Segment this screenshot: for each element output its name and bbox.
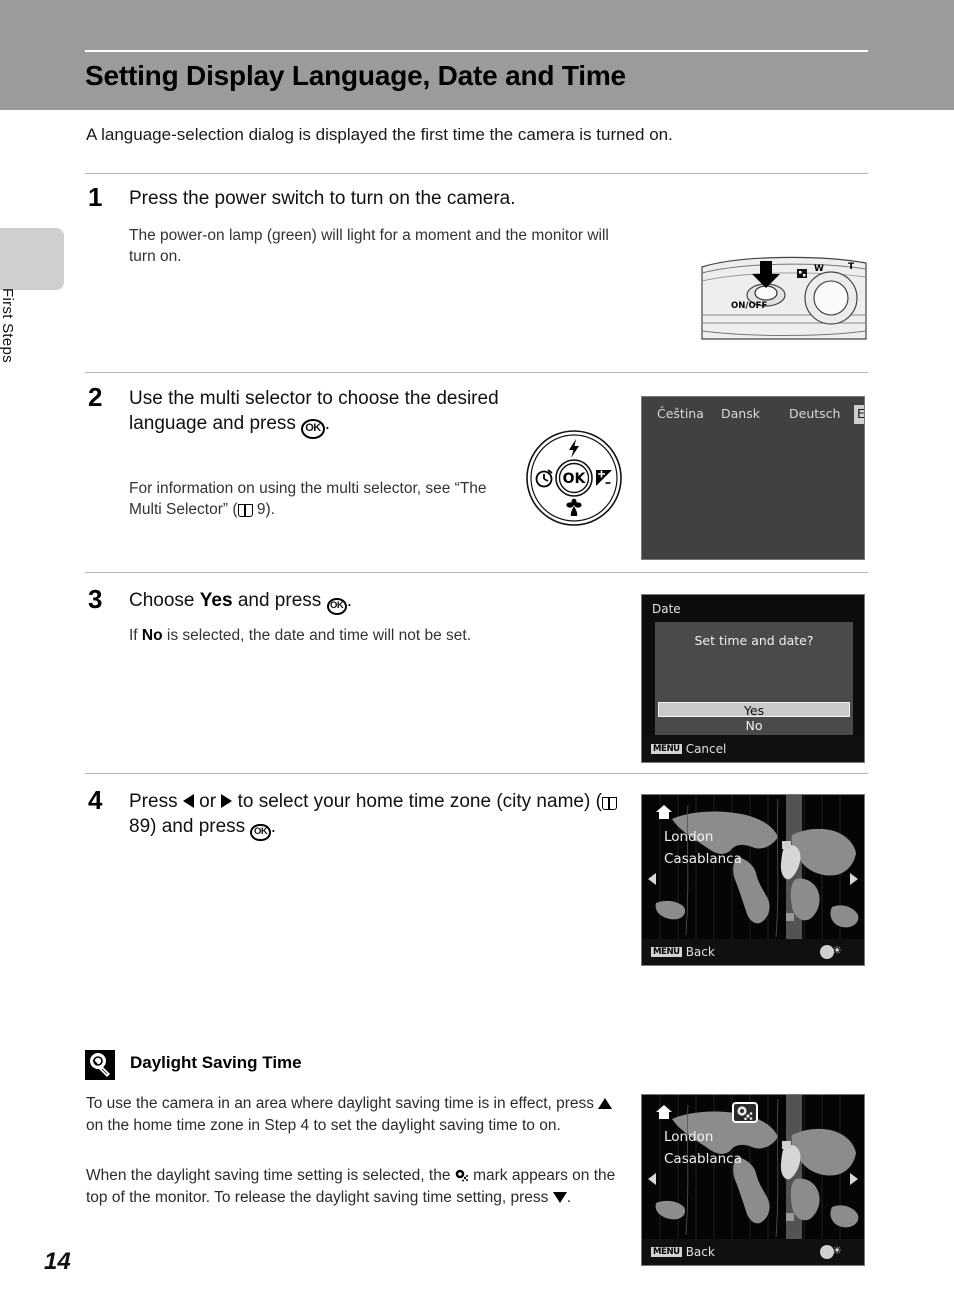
timezone-city-primary: London <box>664 829 714 845</box>
step-1-heading: Press the power switch to turn on the ca… <box>129 188 516 209</box>
section-tab-label: First Steps <box>0 288 16 363</box>
step-3-number: 3 <box>88 584 103 614</box>
svg-text:T: T <box>848 262 855 272</box>
svg-text:OK: OK <box>563 471 587 487</box>
daylight-saving-icon: :☀ <box>829 945 842 957</box>
map-screen-status-bar: MENU Back :☀ <box>642 1239 864 1265</box>
step-3-no-label: No <box>141 627 163 644</box>
home-icon <box>656 805 672 819</box>
svg-text:ON/OFF: ON/OFF <box>731 301 767 311</box>
daylight-saving-mark-icon <box>455 1167 469 1182</box>
step-3-heading-pre: Choose <box>129 590 200 611</box>
language-selection-screen[interactable]: Čeština Dansk Deutsch English Español Ελ… <box>641 396 865 560</box>
step-1-body: The power-on lamp (green) will light for… <box>129 227 609 266</box>
tip-p1-post: on the home time zone in Step 4 to set t… <box>86 1117 561 1135</box>
camera-top-illustration: W T ON/OFF <box>700 253 868 353</box>
divider-step1 <box>85 173 868 174</box>
language-grid[interactable]: Čeština Dansk Deutsch English Español Ελ… <box>654 405 864 553</box>
step-3-body-pre: If <box>129 627 142 644</box>
menu-action-label: Back <box>685 945 715 959</box>
intro-text: A language-selection dialog is displayed… <box>86 125 673 144</box>
map-screen-status-bar: MENU Back :☀ <box>642 939 864 965</box>
date-dialog-panel: Set time and date? Yes No <box>655 622 853 735</box>
language-item[interactable]: Deutsch <box>786 405 854 424</box>
step-4-number: 4 <box>88 785 103 815</box>
menu-action-label: Cancel <box>685 742 727 756</box>
daylight-saving-icon: :☀ <box>829 1245 842 1257</box>
manual-page: Setting Display Language, Date and Time … <box>0 0 954 1314</box>
ok-button-icon: OK <box>250 823 271 842</box>
home-icon <box>656 1105 672 1119</box>
book-reference-icon <box>237 504 253 518</box>
date-question: Set time and date? <box>694 633 814 648</box>
step-4-heading-page: 89) and press <box>129 816 251 838</box>
step-4-heading-post: to select your home time zone (city name… <box>232 791 602 812</box>
step-3-body: If No is selected, the date and time wil… <box>129 625 609 646</box>
step-3-heading-post: and press <box>232 590 327 611</box>
step-2-number: 2 <box>88 382 103 412</box>
step-2-body-text: For information on using the multi selec… <box>129 480 487 519</box>
step-2-body-page: 9). <box>252 501 275 519</box>
tip-title: Daylight Saving Time <box>130 1053 302 1072</box>
timezone-city-primary: London <box>664 1129 714 1145</box>
tip-paragraph-2: When the daylight saving time setting is… <box>86 1165 626 1210</box>
map-arrow-left-icon[interactable] <box>648 1173 656 1185</box>
svg-text:W: W <box>814 264 824 274</box>
step-4-heading-pre: Press <box>129 791 183 812</box>
menu-button-icon: MENU <box>651 743 682 755</box>
map-arrow-right-icon[interactable] <box>850 1173 858 1185</box>
tip-p1-pre: To use the camera in an area where dayli… <box>86 1095 599 1112</box>
date-option-no[interactable]: No <box>658 718 850 733</box>
step-3-heading: Choose Yes and press OK. <box>129 588 609 615</box>
date-confirm-screen[interactable]: Date Set time and date? Yes No MENU Canc… <box>641 594 865 763</box>
arrow-up-icon <box>598 1098 613 1109</box>
step-2-heading: Use the multi selector to choose the des… <box>129 386 499 440</box>
page-title: Setting Display Language, Date and Time <box>85 60 626 91</box>
date-screen-title: Date <box>652 602 681 616</box>
menu-button-icon: MENU <box>651 946 682 958</box>
step-4-heading-end: . <box>270 816 276 838</box>
step-3-body-post: is selected, the date and time will not … <box>162 627 472 644</box>
language-item-selected[interactable]: English <box>854 405 864 424</box>
step-2-body: For information on using the multi selec… <box>129 478 509 521</box>
timezone-city-secondary: Casablanca <box>664 851 742 867</box>
divider-step4 <box>85 773 868 774</box>
map-arrow-right-icon[interactable] <box>850 873 858 885</box>
page-number: 14 <box>44 1248 71 1275</box>
ok-button-icon: OK <box>301 419 325 440</box>
tip-p2-pre: When the daylight saving time setting is… <box>86 1167 455 1184</box>
header-rule <box>85 50 868 52</box>
daylight-saving-indicator <box>732 1102 758 1123</box>
home-timezone-map-screen-dst[interactable]: London Casablanca MENU Back :☀ <box>641 1094 865 1266</box>
step-4-heading-mid: or <box>193 791 222 812</box>
date-screen-status-bar: MENU Cancel <box>642 736 864 762</box>
map-arrow-left-icon[interactable] <box>648 873 656 885</box>
timezone-city-secondary: Casablanca <box>664 1151 742 1167</box>
page-header-band: Setting Display Language, Date and Time <box>0 0 954 110</box>
step-4-heading: Press or to select your home time zone (… <box>129 789 629 842</box>
menu-action-label: Back <box>685 1245 715 1259</box>
arrow-right-icon <box>221 794 233 808</box>
arrow-down-icon <box>552 1192 567 1204</box>
tip-p2-end: . <box>566 1189 572 1207</box>
step-2-heading-period: . <box>324 413 330 435</box>
tip-paragraph-1: To use the camera in an area where dayli… <box>86 1093 626 1138</box>
language-item[interactable]: Čeština <box>654 405 718 424</box>
language-item[interactable]: Dansk <box>718 405 786 424</box>
world-map-graphic <box>642 795 864 941</box>
section-tab <box>0 228 64 290</box>
menu-button-icon: MENU <box>651 1246 682 1258</box>
multi-selector-illustration: OK <box>524 428 624 528</box>
ok-button-icon: OK <box>326 597 347 615</box>
tip-bulb-icon <box>85 1050 115 1080</box>
divider-step3 <box>85 572 868 573</box>
step-1-number: 1 <box>88 182 103 212</box>
home-timezone-map-screen[interactable]: London Casablanca MENU Back :☀ <box>641 794 865 966</box>
step-3-yes-label: Yes <box>199 590 233 611</box>
book-reference-icon <box>601 797 617 810</box>
step-3-heading-end: . <box>346 590 353 611</box>
date-option-yes[interactable]: Yes <box>658 702 850 718</box>
divider-step2 <box>85 372 868 373</box>
arrow-left-icon <box>182 794 194 808</box>
